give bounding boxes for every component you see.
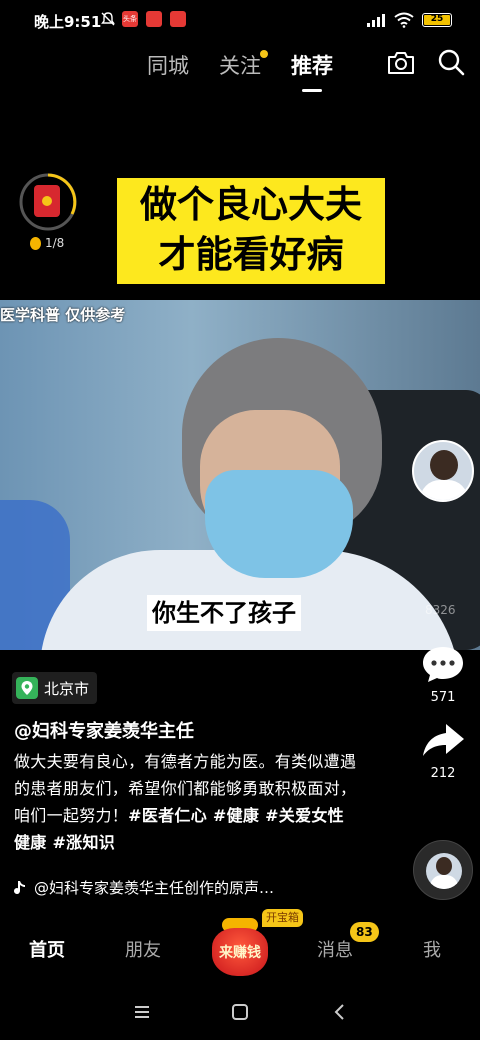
treasure-box-badge: 开宝箱 (262, 909, 303, 927)
location-tag[interactable]: 北京市 (12, 672, 98, 704)
share-icon (423, 724, 464, 756)
search-icon[interactable] (437, 48, 465, 76)
video-view-count: 8326 (425, 603, 456, 617)
comment-count: 571 (430, 690, 456, 705)
author-avatar[interactable] (412, 440, 474, 502)
video-subtitle: 你生不了孩子 (147, 595, 301, 631)
video-watermark: 医学科普 仅供参考 (0, 306, 126, 324)
back-icon[interactable] (328, 1002, 352, 1022)
music-info[interactable]: @妇科专家姜羡华主任创作的原声… (12, 877, 274, 898)
new-content-dot (260, 50, 268, 58)
home-icon[interactable] (228, 1002, 252, 1022)
nav-me[interactable]: 我 (423, 936, 441, 962)
alarm-muted-icon (101, 12, 115, 26)
video-title-line2: 才能看好病 (158, 233, 344, 276)
nav-home[interactable]: 首页 (29, 936, 65, 962)
nav-messages[interactable]: 消息 (317, 936, 353, 962)
camera-icon[interactable] (386, 50, 416, 76)
tab-nearby[interactable]: 同城 (147, 50, 189, 80)
video-description[interactable]: 做大夫要有良心，有德者方能为医。有类似遭遇的患者朋友们，希望你们都能够勇敢积极面… (14, 748, 359, 856)
active-tab-indicator (302, 89, 322, 92)
toutiao-app-icon: 头条 (122, 11, 138, 27)
nav-earn-button[interactable]: 来赚钱 (210, 918, 268, 976)
app-notification-icon (170, 11, 186, 27)
music-note-icon (14, 880, 25, 894)
system-nav-bar (0, 992, 480, 1040)
status-bar: 晚上9:51 头条 25 (0, 0, 480, 40)
earn-label: 来赚钱 (219, 945, 261, 961)
nav-friends[interactable]: 朋友 (125, 936, 161, 962)
messages-count-badge: 83 (350, 922, 379, 942)
tab-recommended[interactable]: 推荐 (291, 50, 333, 92)
music-disc[interactable] (413, 840, 473, 900)
coin-progress: 1/8 (30, 236, 64, 250)
share-count: 212 (430, 766, 456, 781)
comment-icon (423, 647, 463, 682)
menu-icon[interactable] (130, 1002, 154, 1022)
tab-following[interactable]: 关注 (219, 50, 268, 80)
video-title-line1: 做个良心大夫 (140, 183, 362, 226)
comment-button[interactable]: 571 (418, 644, 468, 705)
bottom-nav: 首页 朋友 来赚钱 消息 我 (0, 916, 480, 980)
battery-icon: 25 (422, 13, 452, 27)
location-label: 北京市 (44, 679, 90, 698)
red-packet-timer[interactable] (18, 172, 78, 232)
music-title: @妇科专家姜羡华主任创作的原声… (34, 879, 275, 897)
app-notification-icon (146, 11, 162, 27)
battery-level: 25 (430, 14, 444, 24)
author-name[interactable]: @妇科专家姜羡华主任 (14, 717, 194, 743)
share-button[interactable]: 212 (418, 720, 468, 781)
status-time: 晚上9:51 (34, 13, 102, 31)
gold-coin-icon (30, 236, 41, 250)
location-pin-icon (16, 677, 38, 699)
video-title-card: 做个良心大夫 才能看好病 (117, 178, 385, 284)
wifi-icon (394, 12, 414, 28)
red-envelope-icon (34, 185, 60, 217)
cellular-signal-icon (367, 14, 385, 27)
